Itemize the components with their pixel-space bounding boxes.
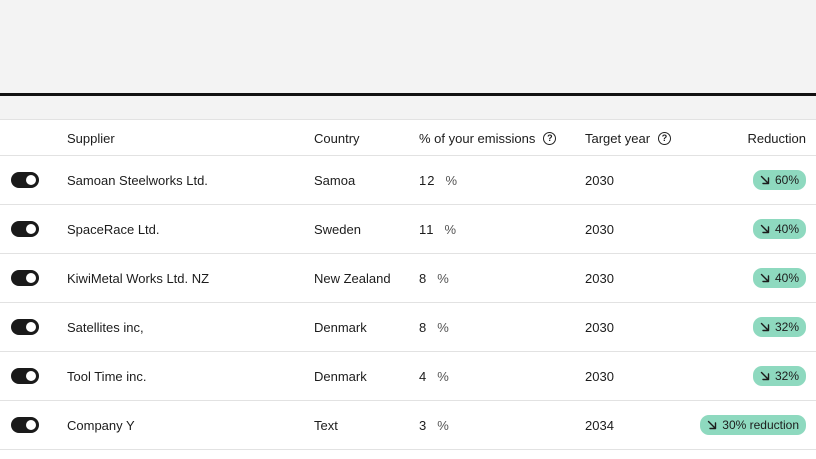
emissions-value: 8 — [419, 270, 428, 286]
supplier-country: Denmark — [314, 368, 367, 384]
header-target-year[interactable]: Target year ? — [585, 130, 672, 146]
header-emissions[interactable]: % of your emissions ? — [419, 130, 557, 146]
emissions-value: 11 — [419, 221, 435, 237]
supplier-country: Denmark — [314, 319, 367, 335]
toggle-knob — [26, 224, 36, 234]
supplier-name: Samoan Steelworks Ltd. — [67, 172, 208, 188]
target-year: 2030 — [585, 221, 614, 237]
target-year: 2030 — [585, 172, 614, 188]
help-circle-icon[interactable]: ? — [658, 131, 672, 145]
arrow-down-right-icon — [760, 175, 770, 185]
emissions-share: 11 % — [419, 222, 456, 237]
reduction-cell: 32% — [752, 366, 806, 386]
reduction-value: 32% — [774, 320, 799, 334]
supplier-country: Sweden — [314, 221, 361, 237]
table-row[interactable]: Tool Time inc. Denmark 4 % 2030 32% — [0, 352, 816, 401]
toggle-switch[interactable] — [11, 221, 39, 237]
arrow-down-right-icon — [708, 420, 717, 430]
supplier-table: Supplier Country % of your emissions ? T… — [0, 121, 816, 450]
emissions-share: 4 % — [419, 369, 449, 384]
arrow-down-right-icon — [760, 371, 770, 381]
supplier-name: SpaceRace Ltd. — [67, 221, 160, 237]
header-country[interactable]: Country — [314, 131, 360, 146]
supplier-name: Satellites inc, — [67, 319, 144, 335]
reduction-badge: 30% reduction — [700, 415, 806, 435]
reduction-badge: 32% — [752, 317, 806, 337]
supplier-name: Tool Time inc. — [67, 368, 147, 384]
reduction-badge: 40% — [752, 219, 806, 239]
header-emissions-label: % of your emissions — [419, 130, 536, 146]
emissions-share: 3 % — [419, 418, 449, 433]
table-row[interactable]: Company Y Text 3 % 2034 30% reduction — [0, 401, 816, 450]
reduction-badge: 60% — [752, 170, 806, 190]
help-circle-icon[interactable]: ? — [543, 131, 557, 145]
reduction-cell: 32% — [752, 317, 806, 337]
emissions-value: 12 — [419, 172, 436, 188]
toggle-knob — [26, 175, 36, 185]
supplier-toggle[interactable] — [11, 368, 39, 384]
toggle-switch[interactable] — [11, 270, 39, 286]
target-year: 2030 — [585, 319, 614, 335]
supplier-name: KiwiMetal Works Ltd. NZ — [67, 270, 210, 286]
emissions-share: 12 % — [419, 173, 457, 188]
supplier-country: New Zealand — [314, 270, 391, 286]
toggle-switch[interactable] — [11, 172, 39, 188]
table-row[interactable]: SpaceRace Ltd. Sweden 11 % 2030 40% — [0, 205, 816, 254]
supplier-toggle[interactable] — [11, 417, 39, 433]
toggle-switch[interactable] — [11, 368, 39, 384]
emissions-unit: % — [437, 270, 449, 286]
supplier-toggle[interactable] — [11, 221, 39, 237]
reduction-badge: 32% — [752, 366, 806, 386]
emissions-unit: % — [444, 221, 457, 237]
reduction-cell: 60% — [752, 170, 806, 190]
toggle-switch[interactable] — [11, 319, 39, 335]
table-header-row: Supplier Country % of your emissions ? T… — [0, 121, 816, 156]
reduction-value: 40% — [774, 222, 799, 236]
toggle-switch[interactable] — [11, 417, 39, 433]
emissions-unit: % — [437, 368, 449, 384]
emissions-unit: % — [445, 172, 458, 188]
emissions-value: 4 — [419, 368, 428, 384]
section-band — [0, 96, 816, 120]
supplier-country: Text — [314, 417, 338, 433]
toggle-knob — [26, 420, 36, 430]
emissions-value: 8 — [419, 319, 428, 335]
reduction-cell: 40% — [752, 219, 806, 239]
toggle-knob — [26, 322, 36, 332]
top-panel — [0, 0, 816, 93]
reduction-value: 32% — [774, 369, 799, 383]
toggle-knob — [26, 273, 36, 283]
header-supplier[interactable]: Supplier — [67, 131, 115, 146]
target-year: 2030 — [585, 368, 614, 384]
emissions-share: 8 % — [419, 271, 449, 286]
supplier-toggle[interactable] — [11, 319, 39, 335]
table-row[interactable]: Satellites inc, Denmark 8 % 2030 32% — [0, 303, 816, 352]
emissions-unit: % — [437, 417, 449, 433]
arrow-down-right-icon — [760, 322, 770, 332]
emissions-unit: % — [437, 319, 449, 335]
table-row[interactable]: KiwiMetal Works Ltd. NZ New Zealand 8 % … — [0, 254, 816, 303]
target-year: 2030 — [585, 270, 614, 286]
supplier-toggle[interactable] — [11, 270, 39, 286]
table-body: Samoan Steelworks Ltd. Samoa 12 % 2030 6… — [0, 156, 816, 450]
table-row[interactable]: Samoan Steelworks Ltd. Samoa 12 % 2030 6… — [0, 156, 816, 205]
emissions-value: 3 — [419, 417, 428, 433]
supplier-country: Samoa — [314, 172, 356, 188]
reduction-cell: 40% — [752, 268, 806, 288]
supplier-toggle[interactable] — [11, 172, 39, 188]
reduction-value: 30% reduction — [722, 418, 799, 432]
emissions-share: 8 % — [419, 320, 449, 335]
header-reduction[interactable]: Reduction — [747, 131, 806, 146]
reduction-badge: 40% — [752, 268, 806, 288]
arrow-down-right-icon — [760, 224, 770, 234]
toggle-knob — [26, 371, 36, 381]
reduction-cell: 30% reduction — [700, 415, 806, 435]
reduction-value: 40% — [774, 271, 799, 285]
arrow-down-right-icon — [760, 273, 770, 283]
supplier-name: Company Y — [67, 417, 135, 433]
target-year: 2034 — [585, 417, 614, 433]
reduction-value: 60% — [774, 173, 799, 187]
header-target-year-label: Target year — [585, 130, 651, 146]
